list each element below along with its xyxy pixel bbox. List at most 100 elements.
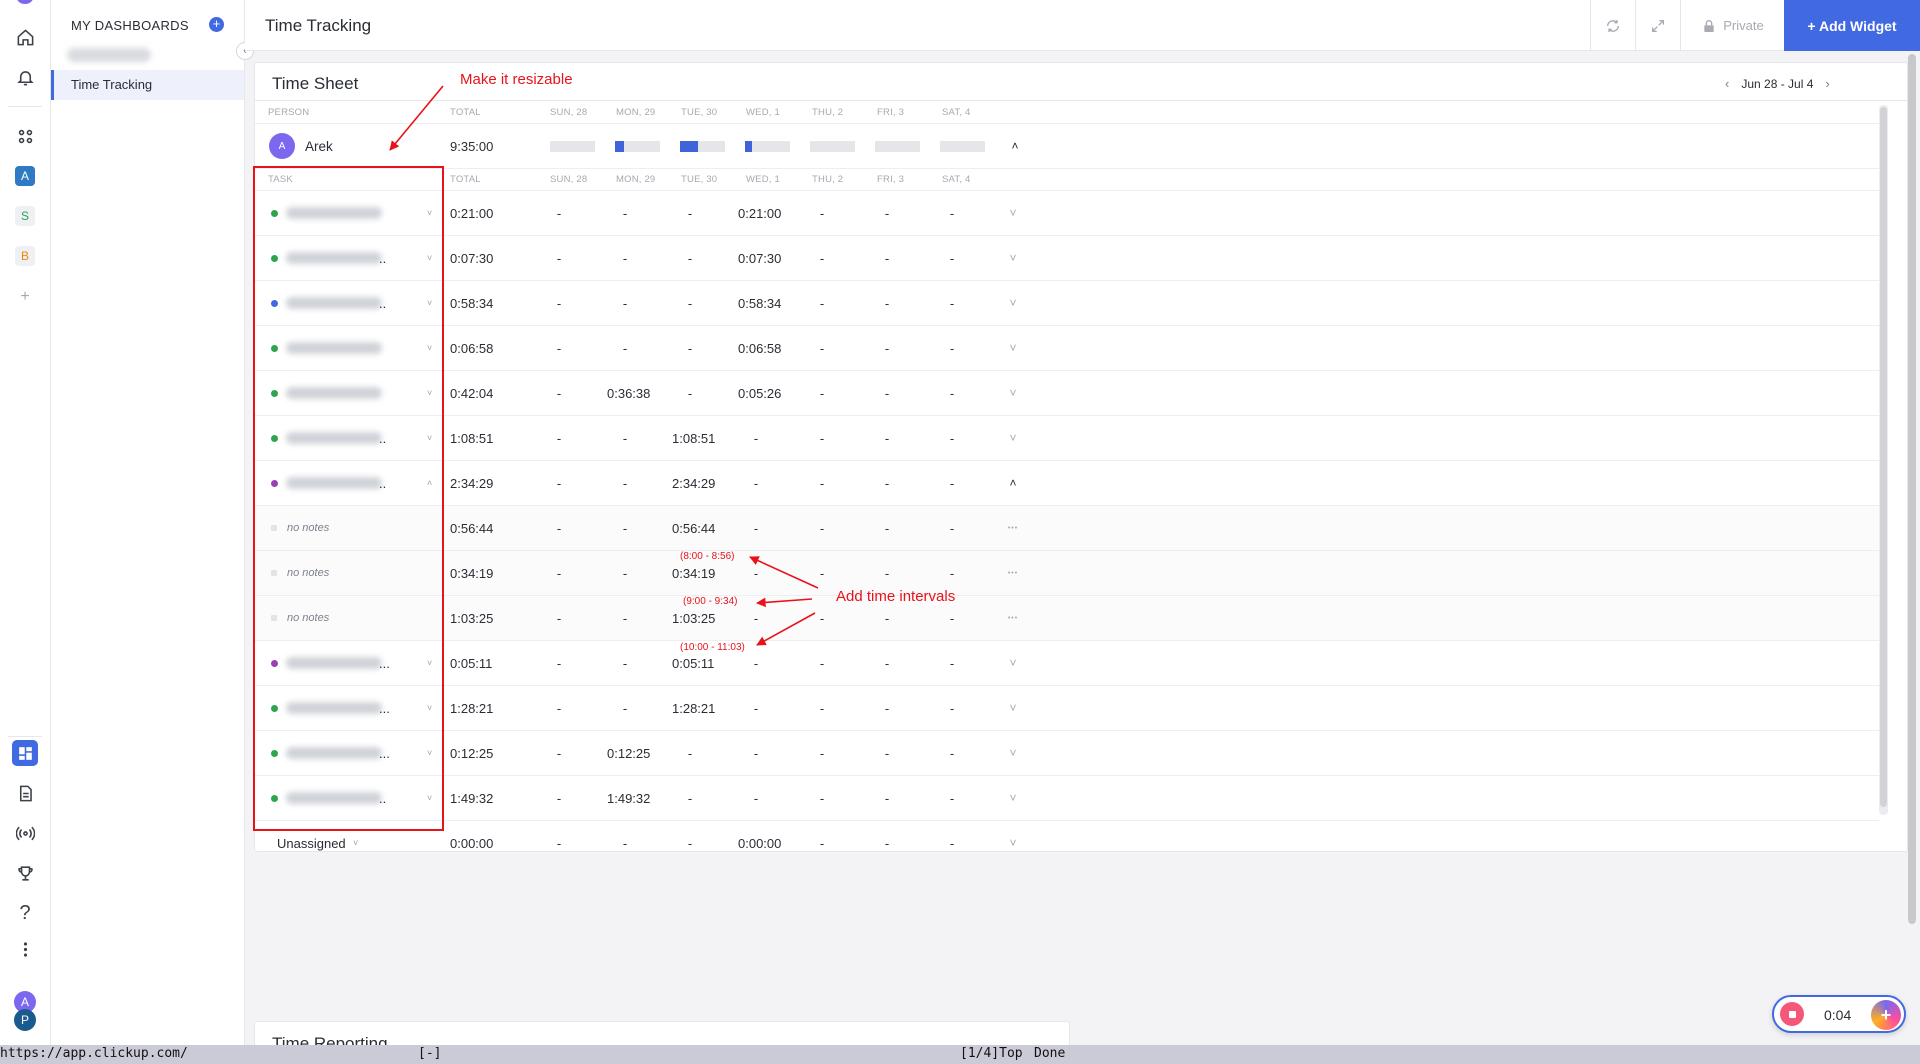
space-tile[interactable]: S	[15, 206, 35, 226]
page-header: Time Tracking Private + Add Widget	[245, 0, 1920, 51]
unassigned-label[interactable]: Unassigned	[277, 821, 346, 851]
chevron-down-icon[interactable]: ˅	[1003, 686, 1023, 730]
time-entry-row[interactable]: no notes 1:03:25- -1:03:25- - - - •••	[255, 596, 1879, 641]
task-row[interactable]: .. ˅ 0:58:34 - - - 0:58:34 - - - ˅	[255, 281, 1879, 326]
widget-scrollbar-thumb[interactable]	[1880, 107, 1887, 807]
more-vertical-icon[interactable]	[12, 936, 38, 962]
stop-timer-button[interactable]	[1780, 1002, 1804, 1026]
chevron-down-icon[interactable]: ˅	[427, 236, 432, 280]
chevron-down-icon[interactable]: ˅	[1003, 371, 1023, 415]
blurred-task-name[interactable]	[286, 342, 382, 354]
chevron-down-icon[interactable]: ˅	[1003, 776, 1023, 820]
task-row[interactable]: ˅ 0:42:04 - 0:36:38 - 0:05:26 - - - ˅	[255, 371, 1879, 416]
blurred-task-name[interactable]	[286, 477, 382, 489]
day-cell: -	[556, 790, 562, 806]
chevron-down-icon[interactable]: ˅	[427, 416, 432, 460]
task-row[interactable]: ... ˅ 1:28:21 - - 1:28:21 - - - - ˅	[255, 686, 1879, 731]
user-avatar[interactable]: P	[14, 1009, 36, 1031]
blurred-task-name[interactable]	[286, 207, 382, 219]
blurred-task-name[interactable]	[286, 387, 382, 399]
chevron-up-icon[interactable]: ˄	[427, 461, 432, 505]
day-cell: -	[556, 475, 562, 491]
spaces-grid-icon[interactable]	[12, 123, 38, 149]
chevron-down-icon[interactable]: ˅	[1003, 416, 1023, 460]
column-header: FRI, 3	[877, 107, 905, 118]
chevron-down-icon[interactable]: ˅	[427, 191, 432, 235]
date-range-label[interactable]: Jun 28 - Jul 4	[1741, 77, 1813, 91]
trophy-icon[interactable]	[12, 860, 38, 886]
more-options-icon[interactable]: •••	[1003, 506, 1023, 550]
blurred-task-name[interactable]	[286, 432, 382, 444]
chevron-down-icon[interactable]: ˅	[427, 776, 432, 820]
quick-create-button[interactable]: +	[1871, 1000, 1901, 1030]
dashboards-icon[interactable]	[12, 740, 38, 766]
space-tile[interactable]: A	[15, 166, 35, 186]
chevron-down-icon[interactable]: ˅	[1003, 236, 1023, 280]
day-cell: 2:34:29	[672, 475, 716, 491]
bell-icon[interactable]	[12, 64, 38, 90]
chevron-down-icon[interactable]: ˅	[427, 281, 432, 325]
task-row[interactable]: ... ˅ 0:12:25 - 0:12:25 - - - - - ˅	[255, 731, 1879, 776]
time-entry-row[interactable]: no notes 0:34:19- -0:34:19- - - - •••	[255, 551, 1879, 596]
task-row[interactable]: .. ˅ 1:49:32 - 1:49:32 - - - - - ˅	[255, 776, 1879, 821]
time-entry-row[interactable]: no notes 0:56:44 - - 0:56:44 - - - - •••	[255, 506, 1879, 551]
task-row[interactable]: ˅ 0:06:58 - - - 0:06:58 - - - ˅	[255, 326, 1879, 371]
running-timer[interactable]: 0:04 +	[1772, 995, 1906, 1033]
chevron-down-icon[interactable]: ˅	[353, 821, 358, 851]
space-tile[interactable]: B	[15, 246, 35, 266]
blurred-task-name[interactable]	[286, 702, 382, 714]
privacy-button[interactable]: Private	[1680, 0, 1784, 51]
day-cell: -	[687, 385, 693, 401]
task-name-ellipsis: ...	[379, 745, 390, 761]
task-row[interactable]: ... ˅ 0:05:11- -0:05:11- - - - ˅	[255, 641, 1879, 686]
task-total: 2:34:29	[450, 475, 494, 491]
add-space-button[interactable]: +	[12, 284, 38, 310]
sidebar-item-time-tracking[interactable]: Time Tracking	[51, 70, 244, 100]
fullscreen-button[interactable]	[1635, 0, 1680, 51]
task-row[interactable]: ˅ 0:21:00 - - - 0:21:00 - - - ˅	[255, 191, 1879, 236]
chevron-up-icon[interactable]: ˄	[1005, 124, 1025, 168]
chevron-left-icon[interactable]: ‹	[1725, 76, 1729, 91]
more-options-icon[interactable]: •••	[1003, 596, 1023, 640]
chevron-down-icon[interactable]: ˅	[1003, 191, 1023, 235]
chevron-down-icon[interactable]: ˅	[427, 326, 432, 370]
person-row[interactable]: A Arek 9:35:00 ˄	[255, 124, 1879, 169]
day-cell: -	[556, 430, 562, 446]
day-cell: -	[753, 610, 759, 626]
refresh-button[interactable]	[1590, 0, 1635, 51]
more-options-icon[interactable]: •••	[1003, 551, 1023, 595]
chevron-down-icon[interactable]: ˅	[427, 641, 432, 685]
day-cell: -	[622, 700, 628, 716]
task-total: 0:05:11	[450, 655, 493, 671]
docs-icon[interactable]	[12, 780, 38, 806]
chevron-down-icon[interactable]: ˅	[427, 371, 432, 415]
chevron-up-icon[interactable]: ˄	[1003, 461, 1023, 505]
blurred-task-name[interactable]	[286, 792, 382, 804]
chevron-down-icon[interactable]: ˅	[1003, 326, 1023, 370]
task-row[interactable]: .. ˅ 0:07:30 - - - 0:07:30 - - - ˅	[255, 236, 1879, 281]
unassigned-row[interactable]: Unassigned ˅ 0:00:00- - -0:00:00- - - ˅	[255, 821, 1879, 851]
home-icon[interactable]	[12, 24, 38, 50]
plus-circle-icon[interactable]: +	[209, 17, 224, 32]
chevron-down-icon[interactable]: ˅	[1003, 821, 1023, 851]
pulse-icon[interactable]	[12, 820, 38, 846]
day-cell: -	[819, 520, 825, 536]
blurred-task-name[interactable]	[286, 657, 382, 669]
task-row[interactable]: .. ˄ 2:34:29 - - 2:34:29 - - - - ˄	[255, 461, 1879, 506]
add-widget-button[interactable]: + Add Widget	[1784, 0, 1920, 51]
chevron-down-icon[interactable]: ˅	[1003, 731, 1023, 775]
chevron-right-icon[interactable]: ›	[1825, 76, 1829, 91]
blurred-task-name[interactable]	[286, 297, 382, 309]
page-scrollbar-thumb[interactable]	[1908, 54, 1916, 924]
chevron-down-icon[interactable]: ˅	[427, 731, 432, 775]
blurred-task-name[interactable]	[286, 747, 382, 759]
column-header: SAT, 4	[942, 174, 971, 185]
blurred-task-name[interactable]	[286, 252, 382, 264]
chevron-down-icon[interactable]: ˅	[427, 686, 432, 730]
chevron-down-icon[interactable]: ˅	[1003, 281, 1023, 325]
task-row[interactable]: .. ˅ 1:08:51 - - 1:08:51 - - - - ˅	[255, 416, 1879, 461]
entry-notes: no notes	[287, 567, 330, 579]
help-icon[interactable]: ?	[12, 900, 38, 926]
chevron-down-icon[interactable]: ˅	[1003, 641, 1023, 685]
workspace-avatar[interactable]	[17, 0, 33, 4]
